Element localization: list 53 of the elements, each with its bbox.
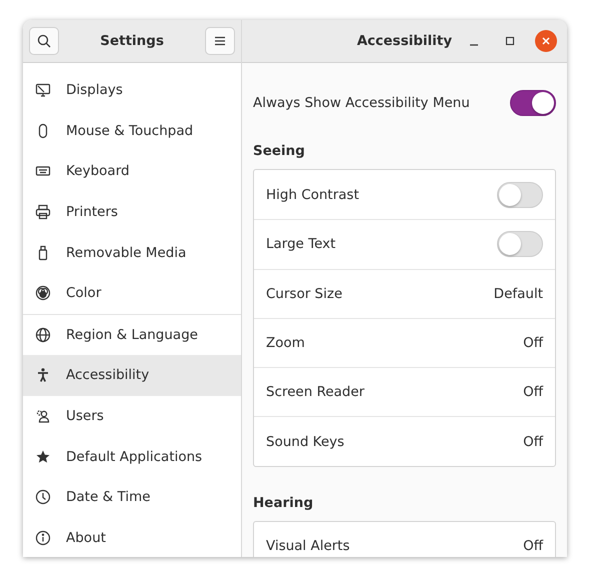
sidebar-title: Settings	[100, 33, 164, 49]
setting-value: Off	[523, 434, 543, 450]
sidebar-item[interactable]: Mouse & Touchpad	[23, 110, 241, 152]
setting-label: Always Show Accessibility Menu	[253, 95, 470, 111]
sidebar-item[interactable]: Users	[23, 396, 241, 436]
setting-label: Sound Keys	[266, 434, 344, 450]
printer-icon	[35, 204, 51, 220]
menu-button[interactable]	[204, 27, 235, 55]
setting-label: Screen Reader	[266, 384, 364, 400]
setting-label: Large Text	[266, 236, 336, 252]
setting-value: Off	[523, 335, 543, 352]
menu-icon	[214, 36, 226, 46]
sidebar-item[interactable]: Accessibility	[23, 355, 241, 396]
sidebar-item[interactable]: Default Applications	[23, 436, 241, 477]
setting-label: Cursor Size	[266, 286, 342, 302]
setting-row[interactable]: Visual Alerts Off	[254, 522, 555, 557]
setting-row[interactable]: High Contrast	[254, 170, 555, 220]
sidebar-item[interactable]: Keyboard	[23, 151, 241, 192]
setting-row[interactable]: Large Text	[254, 219, 555, 269]
setting-row[interactable]: Zoom Off	[254, 318, 555, 368]
section-title: Seeing	[253, 143, 306, 161]
sidebar-item[interactable]: Printers	[23, 192, 241, 232]
globe-icon	[35, 326, 51, 343]
toggle-switch[interactable]	[510, 90, 556, 116]
sidebar-item[interactable]: Date & Time	[23, 476, 241, 518]
setting-row[interactable]: Sound Keys Off	[254, 416, 555, 466]
person-icon	[35, 367, 51, 384]
search-button[interactable]	[29, 27, 59, 55]
section-title: Hearing	[253, 494, 314, 513]
setting-label: Visual Alerts	[266, 538, 350, 554]
sidebar-item[interactable]: Color	[23, 272, 241, 314]
users-icon	[35, 408, 51, 424]
setting-value: Off	[523, 538, 543, 554]
minimize-icon	[470, 44, 478, 46]
info-icon	[35, 530, 51, 546]
sidebar-item[interactable]: About	[23, 518, 241, 557]
setting-value: Default	[494, 286, 543, 302]
color-wheel-icon	[35, 285, 51, 302]
monitor-icon	[35, 82, 51, 98]
setting-row[interactable]: Cursor Size Default	[254, 268, 555, 318]
search-icon	[37, 34, 51, 48]
setting-row[interactable]: Screen Reader Off	[254, 367, 555, 416]
clock-icon	[35, 489, 51, 506]
sidebar-item[interactable]: Removable Media	[23, 232, 241, 273]
close-icon	[541, 36, 551, 46]
window-title: Accessibility	[356, 33, 452, 49]
setting-label: High Contrast	[266, 186, 360, 203]
close-button[interactable]	[535, 30, 557, 52]
sidebar-item[interactable]: Displays	[23, 70, 241, 111]
setting-value: Off	[523, 384, 543, 400]
setting-label: Zoom	[266, 335, 305, 352]
maximize-icon	[505, 36, 515, 46]
star-icon	[35, 448, 51, 465]
